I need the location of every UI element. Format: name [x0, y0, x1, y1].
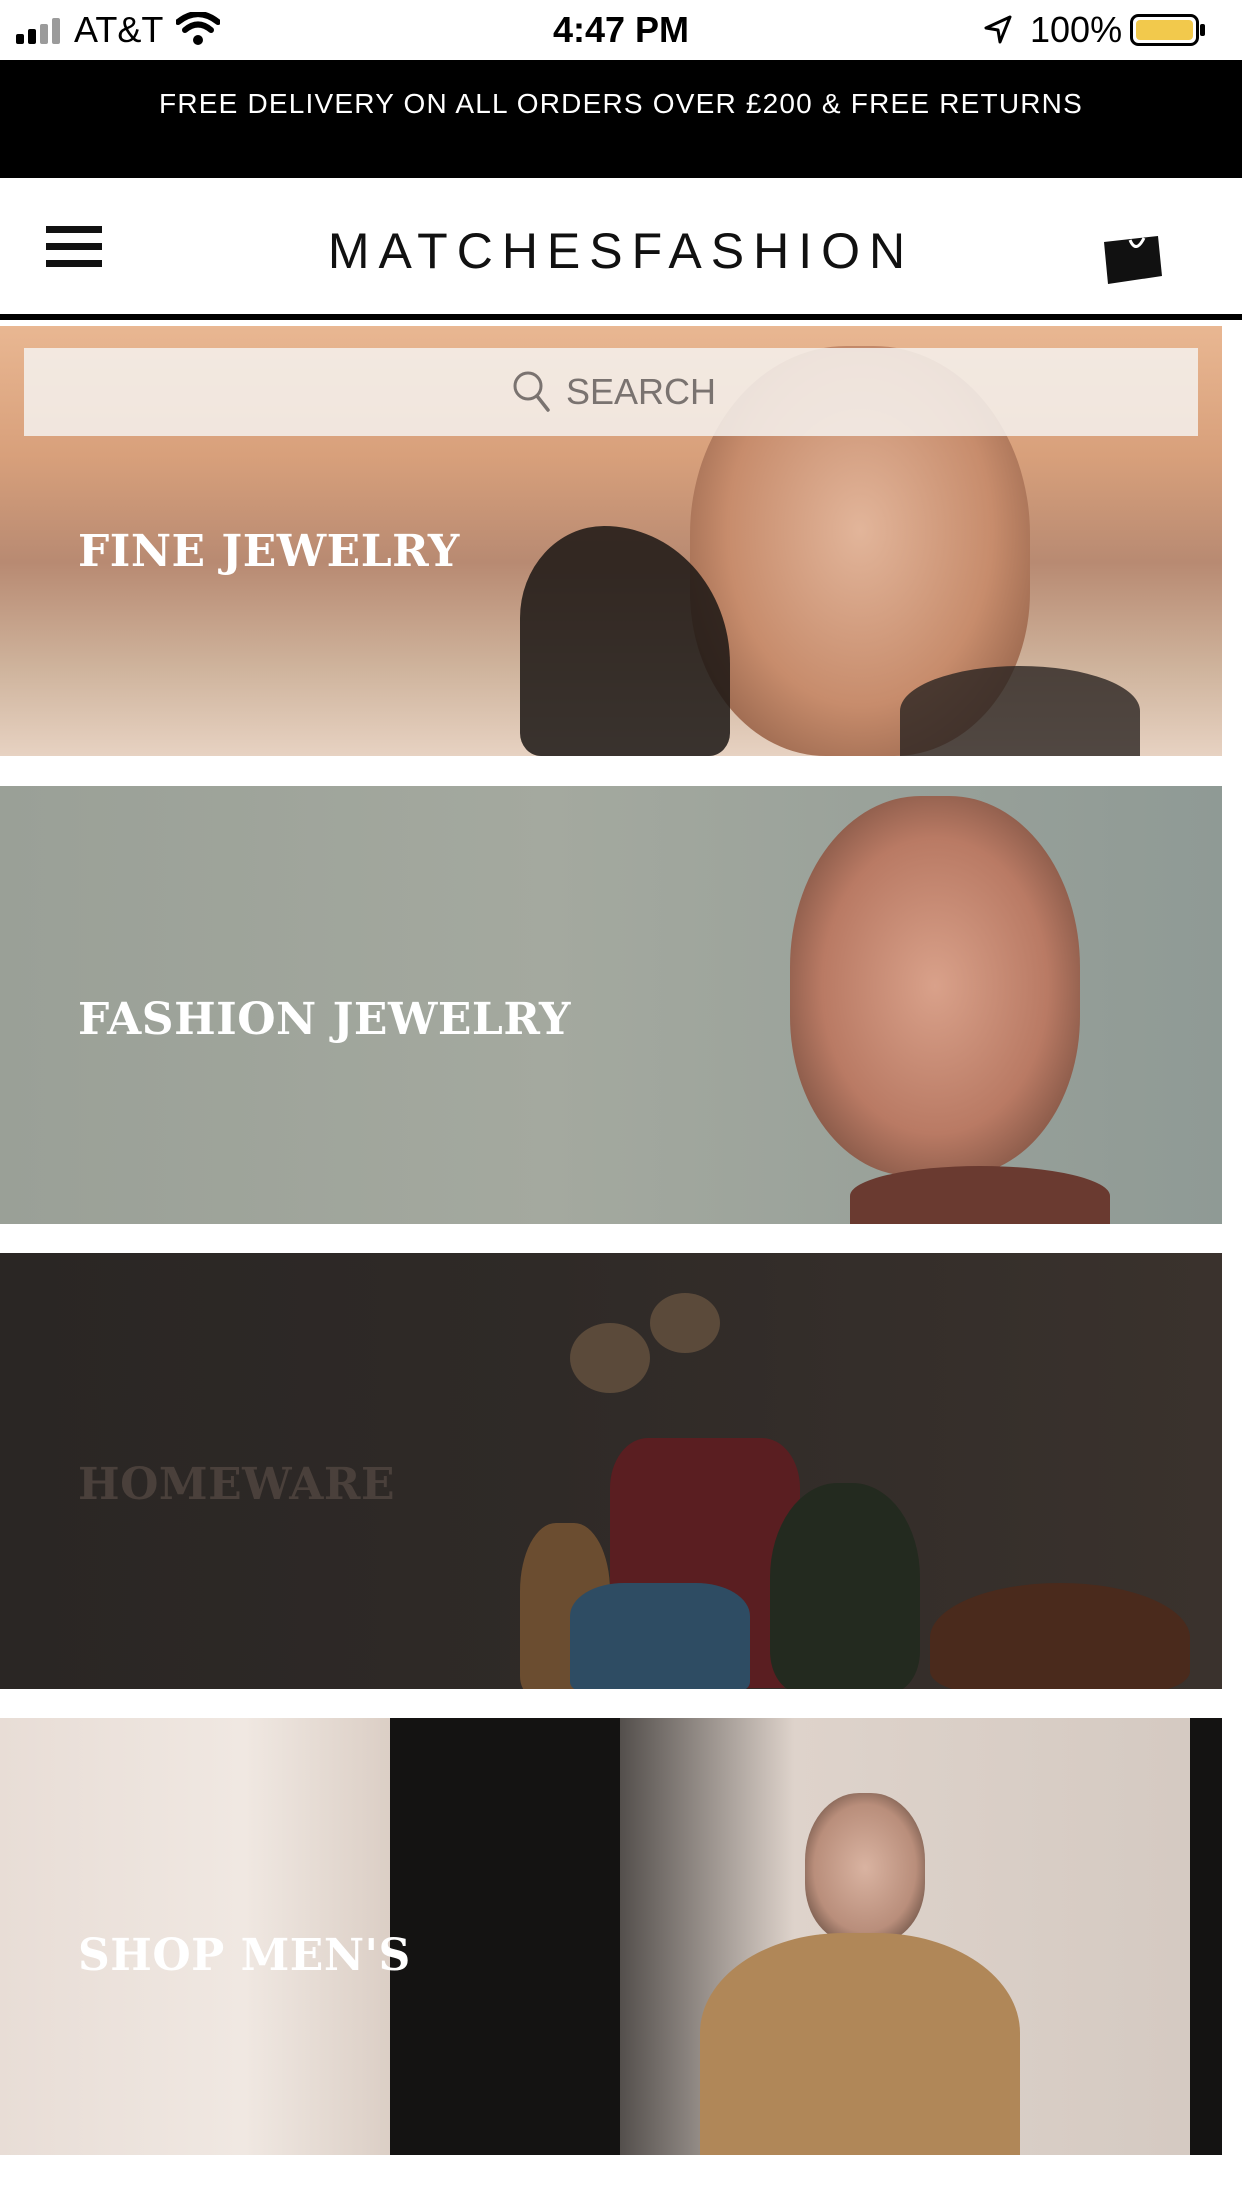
model-portrait-image	[790, 796, 1080, 1176]
promo-banner[interactable]: FREE DELIVERY ON ALL ORDERS OVER £200 & …	[0, 60, 1242, 178]
status-bar: AT&T 4:47 PM 100%	[0, 0, 1242, 60]
search-icon	[513, 371, 550, 412]
tile-label: HOMEWARE	[78, 1459, 395, 1510]
promo-text: FREE DELIVERY ON ALL ORDERS OVER £200 & …	[159, 88, 1083, 119]
app-header: MATCHESFASHION	[0, 178, 1242, 320]
battery-percent: 100%	[1030, 9, 1123, 50]
category-tile-homeware[interactable]: HOMEWARE	[0, 1253, 1222, 1689]
tile-label: SHOP MEN'S	[78, 1930, 411, 1981]
tile-label: FINE JEWELRY	[78, 526, 460, 577]
shopping-bag-icon[interactable]	[1100, 228, 1166, 284]
male-model-image	[805, 1793, 925, 1943]
search-input[interactable]: SEARCH	[24, 348, 1198, 436]
location-arrow-icon	[984, 15, 1012, 44]
brand-logo[interactable]: MATCHESFASHION	[0, 222, 1242, 280]
battery-icon	[1130, 14, 1205, 46]
search-placeholder: SEARCH	[566, 371, 717, 412]
category-tile-fashion-jewelry[interactable]: FASHION JEWELRY	[0, 786, 1222, 1224]
tile-label: FASHION JEWELRY	[78, 994, 571, 1045]
category-tile-shop-mens[interactable]: SHOP MEN'S	[0, 1718, 1222, 2155]
